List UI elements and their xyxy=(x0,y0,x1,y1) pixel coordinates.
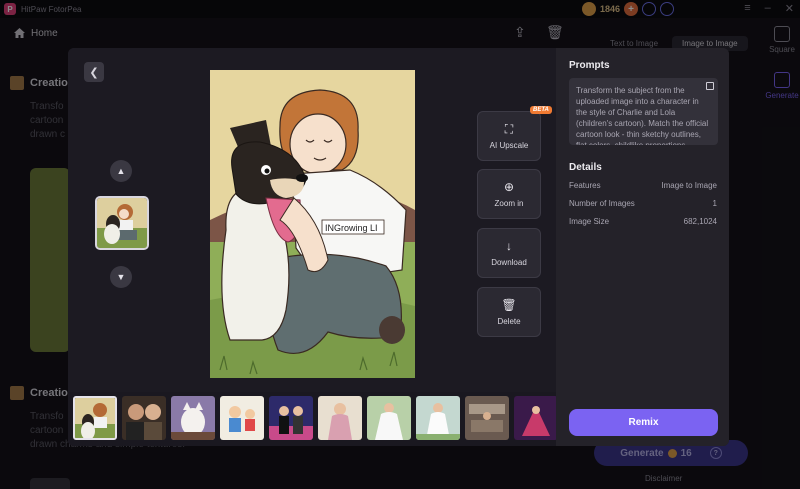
thumbnail-3-image xyxy=(171,396,215,440)
thumbnail-1-image xyxy=(75,398,115,438)
download-icon: ↓ xyxy=(506,238,512,253)
thumbnail-4-image xyxy=(220,396,264,440)
image-preview-modal: ❮ ▲ ▼ INGrowing LI ⛶ AI Upscale BETA ⊕ Z… xyxy=(68,48,729,446)
cartoon-artwork: INGrowing LI xyxy=(210,70,415,378)
app-window: P HitPaw FotorPea 1846 + ≡ – ✕ Home ⇪ 🗑 … xyxy=(0,0,800,489)
details-heading: Details xyxy=(569,162,602,173)
thumbnail-10[interactable] xyxy=(514,396,558,440)
next-image-button[interactable]: ▼ xyxy=(110,266,132,288)
download-label: Download xyxy=(491,257,527,267)
thumbnail-7-image xyxy=(367,396,411,440)
thumbnail-1[interactable] xyxy=(73,396,117,440)
shirt-text: INGrowing LI xyxy=(325,223,378,233)
beta-badge: BETA xyxy=(530,106,552,114)
previous-image-button[interactable]: ▲ xyxy=(110,160,132,182)
delete-label: Delete xyxy=(497,316,521,326)
chevron-up-icon: ▲ xyxy=(116,166,126,176)
main-preview-image: INGrowing LI xyxy=(210,70,415,378)
copy-icon[interactable] xyxy=(706,82,714,90)
chevron-left-icon: ❮ xyxy=(89,66,99,79)
thumbnail-6[interactable] xyxy=(318,396,362,440)
thumbnail-7[interactable] xyxy=(367,396,411,440)
detail-row-number-of-images: Number of Images 1 xyxy=(569,199,717,208)
delete-icon: 🗑 xyxy=(501,297,517,312)
thumbnail-8[interactable] xyxy=(416,396,460,440)
thumbnail-4[interactable] xyxy=(220,396,264,440)
detail-row-image-size: Image Size 682,1024 xyxy=(569,217,717,226)
thumbnail-8-image xyxy=(416,396,460,440)
prompt-text: Transform the subject from the uploaded … xyxy=(576,86,709,145)
zoom-in-label: Zoom in xyxy=(494,198,524,208)
chevron-down-icon: ▼ xyxy=(116,272,126,282)
upscale-icon: ⛶ xyxy=(504,121,514,136)
thumbnail-9[interactable] xyxy=(465,396,509,440)
prompt-text-box: Transform the subject from the uploaded … xyxy=(569,78,718,145)
back-button[interactable]: ❮ xyxy=(84,62,104,82)
download-button[interactable]: ↓ Download xyxy=(477,228,541,278)
thumbnail-10-image xyxy=(514,396,558,440)
thumbnail-6-image xyxy=(318,396,362,440)
thumbnail-2[interactable] xyxy=(122,396,166,440)
thumbnail-3[interactable] xyxy=(171,396,215,440)
details-panel: Prompts Transform the subject from the u… xyxy=(556,48,729,446)
zoom-in-button[interactable]: ⊕ Zoom in xyxy=(477,169,541,219)
thumbnail-9-image xyxy=(465,396,509,440)
thumbnail-5[interactable] xyxy=(269,396,313,440)
ai-upscale-label: AI Upscale xyxy=(489,140,529,150)
selected-thumbnail[interactable] xyxy=(95,196,149,250)
prompts-heading: Prompts xyxy=(569,60,610,71)
selected-thumbnail-image xyxy=(97,198,147,248)
zoom-in-icon: ⊕ xyxy=(503,179,515,194)
ai-upscale-button[interactable]: ⛶ AI Upscale xyxy=(477,111,541,161)
preview-area: ❮ ▲ ▼ INGrowing LI ⛶ AI Upscale BETA ⊕ Z… xyxy=(68,48,556,392)
thumbnail-5-image xyxy=(269,396,313,440)
remix-button[interactable]: Remix xyxy=(569,409,718,436)
delete-button[interactable]: 🗑 Delete xyxy=(477,287,541,337)
detail-row-features: Features Image to Image xyxy=(569,181,717,190)
thumbnail-2-image xyxy=(122,396,166,440)
